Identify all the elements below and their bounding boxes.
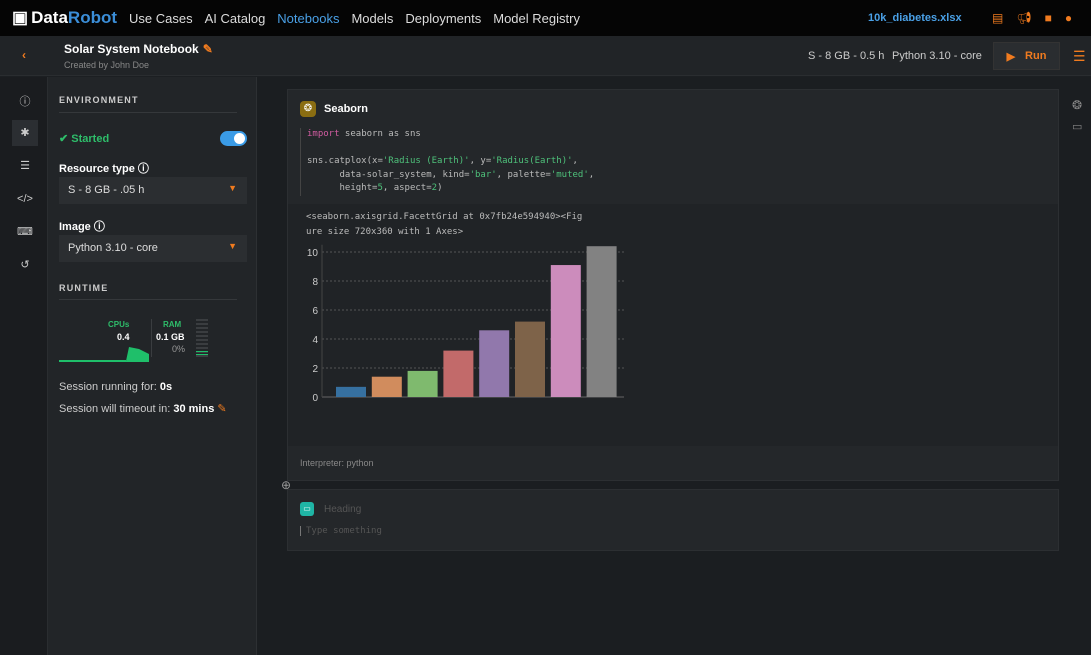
info-icon[interactable]: ⓘ	[12, 89, 38, 115]
markdown-cell[interactable]: ▭ Heading Type something	[287, 489, 1059, 551]
body-input[interactable]: Type something	[300, 526, 382, 536]
environment-toggle[interactable]	[220, 131, 247, 146]
output-text: <seaborn.axisgrid.FacettGrid at 0x7fb24e…	[306, 212, 583, 237]
megaphone-icon[interactable]: 📢︎	[1016, 11, 1031, 25]
keyboard-icon[interactable]: ⌨	[12, 219, 38, 245]
edit-pencil-icon[interactable]: ✎	[203, 42, 213, 56]
ram-percent: 0%	[172, 344, 186, 354]
comment-icon: ▭	[300, 502, 314, 516]
book-icon[interactable]: ▤	[992, 11, 1003, 25]
main-nav: Use Cases AI Catalog Notebooks Models Deploy…	[129, 11, 580, 26]
bar	[515, 321, 545, 397]
image-select[interactable]: Python 3.10 - core ▼	[59, 235, 247, 262]
image-label: Image	[59, 221, 91, 233]
hamburger-menu-icon[interactable]: ☰	[1073, 48, 1086, 65]
notebook-title: Solar System Notebook	[64, 42, 199, 56]
gear-icon[interactable]: ✱	[12, 120, 38, 146]
dataset-link[interactable]: 10k_diabetes.xlsx	[868, 12, 962, 24]
datarobot-logo[interactable]: ▣ Data Robot	[12, 8, 117, 28]
y-tick-label: 4	[312, 335, 318, 346]
ram-meter	[196, 319, 208, 357]
environment-heading: ENVIRONMENT	[59, 95, 139, 105]
user-icon[interactable]: ●	[1065, 11, 1072, 25]
folder-icon[interactable]: ■	[1045, 11, 1052, 25]
list-icon[interactable]: ☰	[12, 153, 38, 179]
python-icon: ❂	[300, 101, 316, 117]
created-by: Created by John Doe	[64, 60, 150, 70]
session-running-label: Session running for:	[59, 381, 157, 393]
chevron-down-icon: ▼	[228, 241, 237, 251]
session-running-value: 0s	[159, 381, 173, 393]
side-rail: ⓘ ✱ ☰ </> ⌨ ↺	[0, 77, 48, 655]
cpu-value: 0.4	[117, 332, 130, 342]
resource-type-label: Resource type	[59, 163, 135, 175]
y-tick-label: 6	[312, 306, 318, 317]
interpreter-label: Interpreter: python	[300, 458, 374, 468]
notebook-header: ‹ Solar System Notebook ✎ Created by John…	[0, 36, 1091, 76]
heading-input[interactable]: Heading	[324, 504, 361, 515]
bar-chart: 0 2 4 6 8 10	[307, 244, 624, 404]
check-circle-icon: ✔	[59, 133, 72, 145]
y-tick-label: 2	[312, 364, 318, 375]
nav-ai-catalog[interactable]: AI Catalog	[205, 11, 266, 26]
nav-deployments[interactable]: Deployments	[405, 11, 481, 26]
resource-type-select[interactable]: S - 8 GB - .05 h ▼	[59, 177, 247, 204]
comment-icon[interactable]: ▭	[1072, 120, 1082, 133]
notebook-area: ❂ Seaborn import seaborn as sns sns.catp…	[257, 77, 1091, 655]
bar	[586, 246, 617, 397]
code-cell[interactable]: ❂ Seaborn import seaborn as sns sns.catp…	[287, 89, 1059, 481]
play-icon: ▶	[1006, 50, 1016, 63]
runtime-heading: RUNTIME	[59, 283, 109, 293]
environment-panel: ENVIRONMENT ✔ Started Resource type ⓘ S …	[48, 77, 257, 655]
y-tick-label: 8	[312, 277, 318, 288]
back-chevron-icon[interactable]: ‹	[22, 48, 26, 62]
y-tick-label: 10	[307, 248, 319, 259]
nav-use-cases[interactable]: Use Cases	[129, 11, 193, 26]
session-timeout-value: 30 mins	[173, 403, 215, 415]
run-button[interactable]: ▶ Run	[993, 42, 1060, 70]
cell-output: <seaborn.axisgrid.FacettGrid at 0x7fb24e…	[288, 204, 1058, 446]
code-icon[interactable]: </>	[12, 186, 38, 212]
nav-models[interactable]: Models	[351, 11, 393, 26]
bar	[371, 376, 402, 397]
info-icon[interactable]: ⓘ	[138, 163, 149, 175]
bar	[443, 350, 474, 397]
info-icon[interactable]: ⓘ	[94, 221, 105, 233]
robot-icon: ▣	[12, 8, 29, 27]
bar	[479, 330, 510, 397]
edit-pencil-icon[interactable]: ✎	[217, 403, 226, 415]
code-editor[interactable]: import seaborn as sns sns.catplox(x='Rad…	[300, 128, 594, 196]
ram-label: RAM	[163, 320, 182, 329]
bar	[407, 370, 438, 397]
cell-title: Seaborn	[324, 103, 369, 115]
top-nav: ▣ Data Robot Use Cases AI Catalog Notebooks M…	[0, 0, 1091, 36]
cpu-label: CPUs	[108, 320, 130, 329]
y-tick-label: 0	[312, 393, 318, 404]
status-badge: ✔ Started	[59, 133, 110, 145]
nav-model-registry[interactable]: Model Registry	[493, 11, 580, 26]
python-icon[interactable]: ❂	[1072, 98, 1082, 112]
cpu-graph	[59, 347, 149, 362]
bar	[550, 265, 581, 397]
chevron-down-icon: ▼	[228, 183, 237, 193]
resource-summary: S - 8 GB - 0.5 h	[808, 50, 885, 62]
nav-notebooks[interactable]: Notebooks	[277, 11, 339, 26]
image-summary: Python 3.10 - core	[892, 50, 982, 62]
session-timeout-label: Session will timeout in:	[59, 403, 171, 415]
bar	[336, 386, 366, 397]
ram-value: 0.1 GB	[156, 332, 185, 342]
history-icon[interactable]: ↺	[12, 252, 38, 278]
